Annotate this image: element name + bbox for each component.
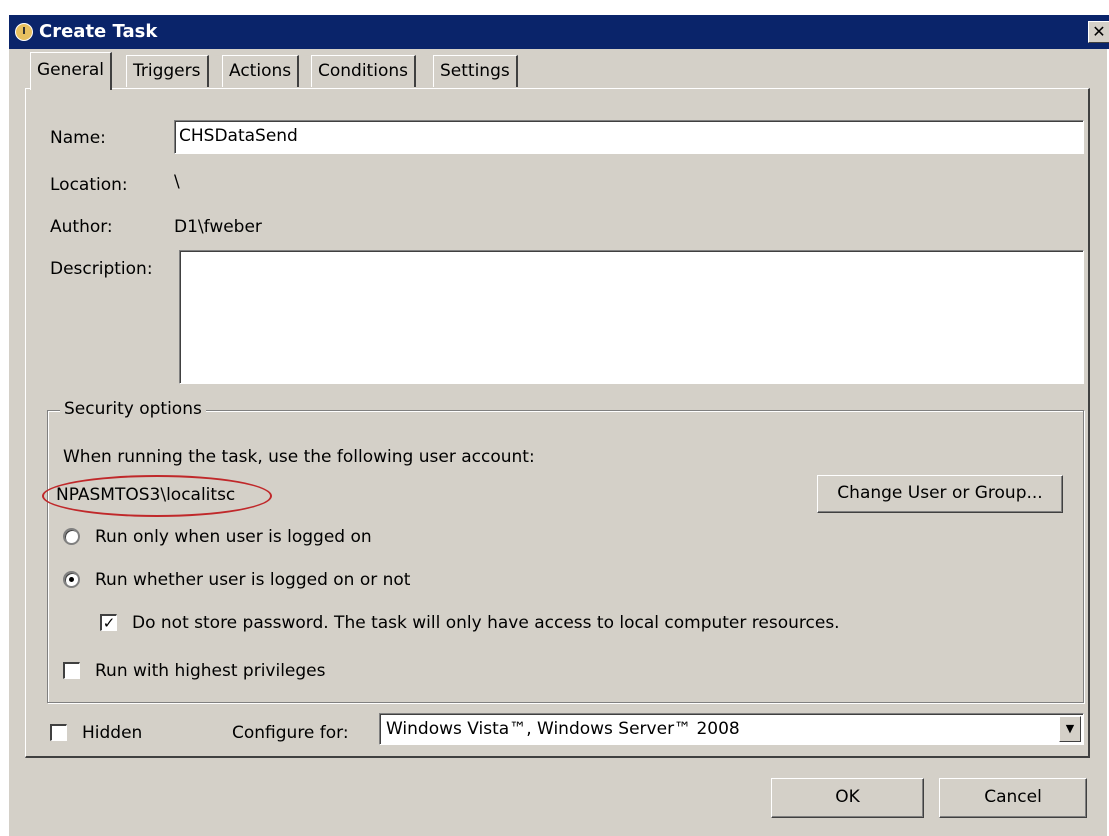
tab-general[interactable]: General [30,52,112,90]
annotation-ellipse [42,475,272,517]
description-textarea[interactable] [179,250,1084,384]
task-scheduler-icon [15,23,33,41]
location-value: \ [174,172,180,192]
security-options-title: Security options [60,399,206,419]
close-button[interactable]: ✕ [1088,21,1109,43]
configure-for-label: Configure for: [232,723,349,743]
radio-logged-on-label[interactable]: Run only when user is logged on [95,527,372,547]
configure-for-select[interactable]: Windows Vista™, Windows Server™ 2008 ▼ [379,713,1084,745]
title-bar[interactable]: Create Task ✕ [9,15,1109,49]
highest-privileges-label[interactable]: Run with highest privileges [95,661,326,681]
tab-triggers[interactable]: Triggers [126,55,209,87]
close-icon: ✕ [1092,22,1106,41]
hidden-checkbox[interactable] [50,724,67,741]
change-user-button[interactable]: Change User or Group... [817,475,1063,513]
name-label: Name: [50,128,106,148]
description-label: Description: [50,259,153,279]
author-value: D1\fweber [174,217,262,237]
hidden-label[interactable]: Hidden [82,723,142,743]
radio-whether-logged-on[interactable] [63,571,80,588]
radio-whether-logged-on-label[interactable]: Run whether user is logged on or not [95,570,410,590]
cancel-button[interactable]: Cancel [939,778,1087,818]
author-label: Author: [50,217,113,237]
no-store-password-label[interactable]: Do not store password. The task will onl… [132,613,840,633]
name-input[interactable]: CHSDataSend [174,120,1084,154]
highest-privileges-checkbox[interactable] [63,662,80,679]
tab-conditions[interactable]: Conditions [311,55,416,87]
tab-settings[interactable]: Settings [433,55,518,87]
configure-for-value: Windows Vista™, Windows Server™ 2008 [386,719,740,739]
location-label: Location: [50,175,128,195]
radio-logged-on[interactable] [63,528,80,545]
window-title: Create Task [39,21,158,42]
account-prompt: When running the task, use the following… [63,447,535,467]
tab-actions[interactable]: Actions [222,55,300,87]
ok-button[interactable]: OK [771,778,924,818]
checkmark-icon: ✓ [102,614,116,632]
radio-selected-dot [69,577,74,582]
chevron-down-icon[interactable]: ▼ [1059,716,1081,742]
no-store-password-checkbox[interactable]: ✓ [100,614,117,631]
